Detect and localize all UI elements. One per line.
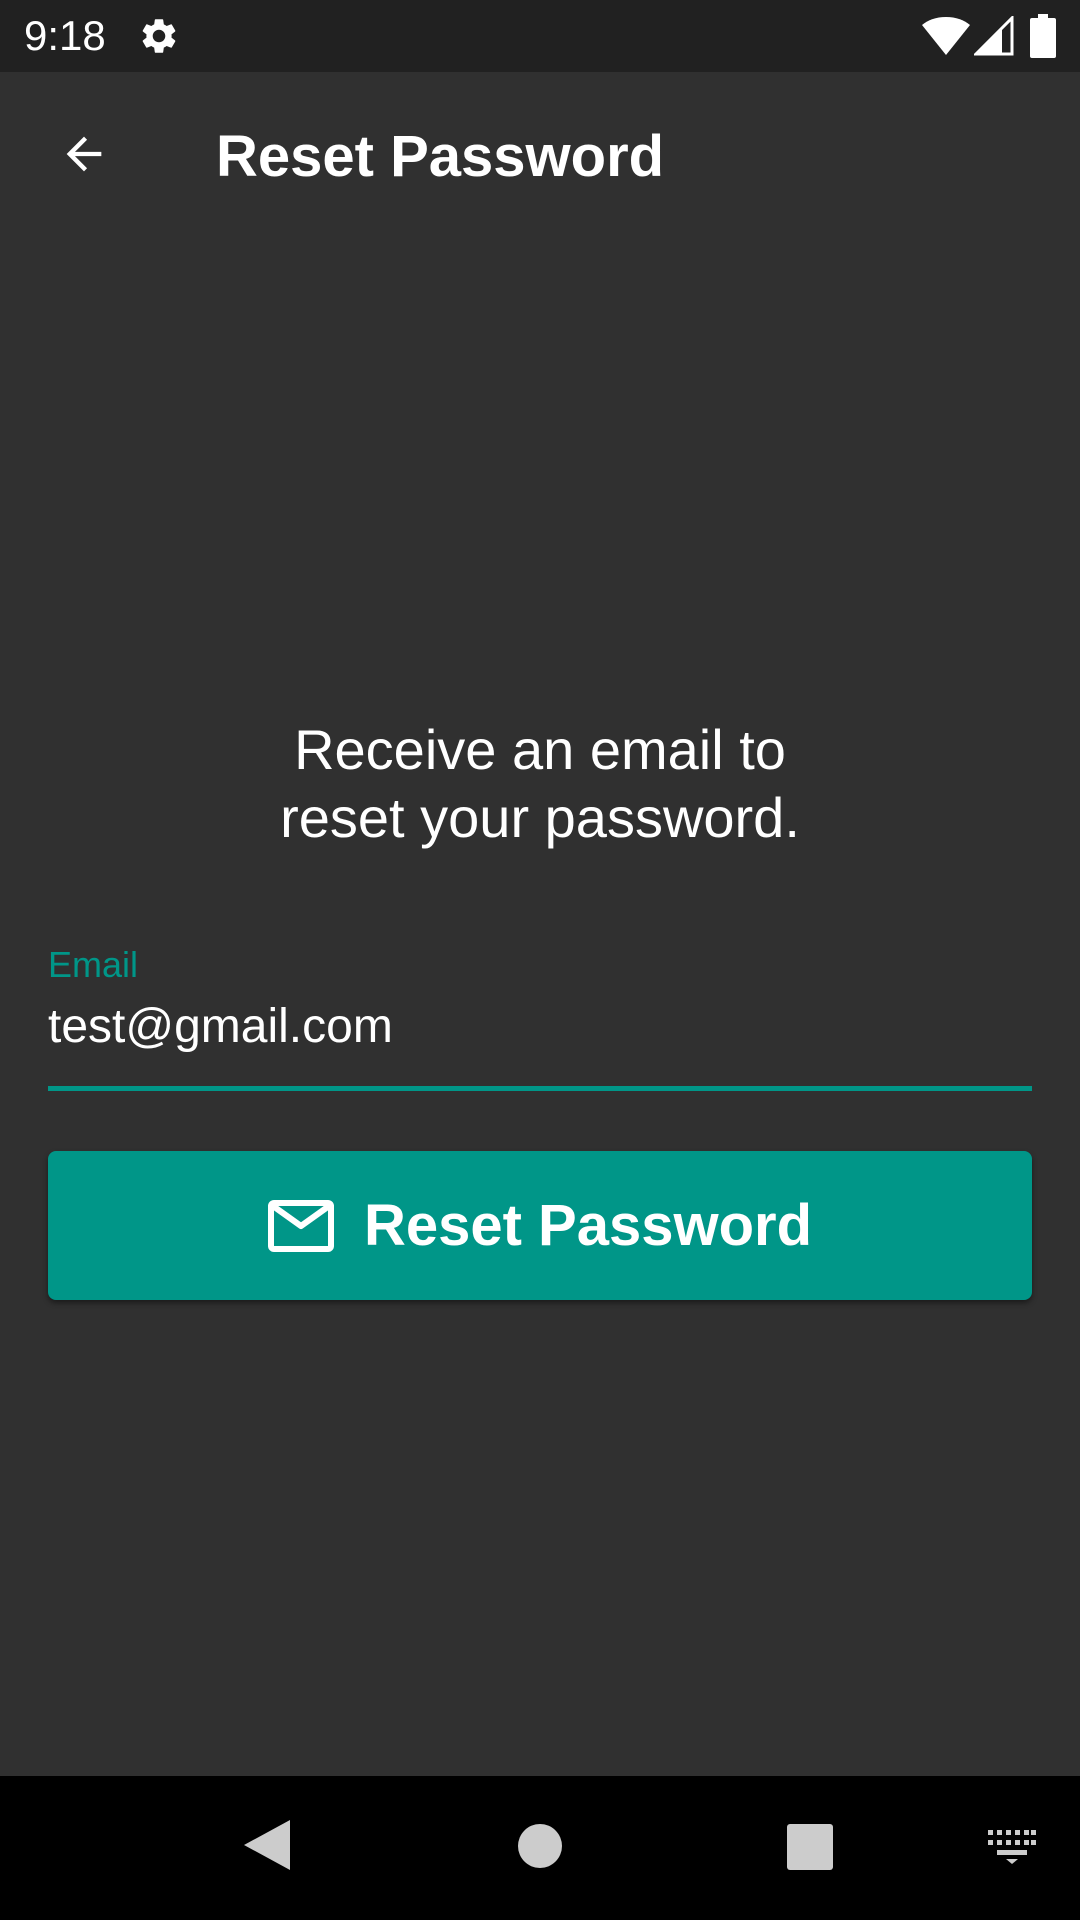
signal-icon: [974, 16, 1014, 56]
keyboard-icon[interactable]: [988, 1830, 1036, 1864]
page-title: Reset Password: [216, 124, 665, 189]
email-underline: [48, 1086, 1032, 1091]
battery-icon: [1030, 14, 1056, 58]
instruction-line-1: Receive an email to: [294, 718, 786, 781]
instruction-line-2: reset your password.: [280, 786, 800, 849]
reset-password-button[interactable]: Reset Password: [48, 1151, 1032, 1300]
navigation-bar: [0, 1776, 1080, 1920]
status-time: 9:18: [24, 12, 106, 59]
reset-password-screen: 9:18 Reset Password Receive an email to …: [0, 0, 1080, 1920]
status-bar: 9:18: [0, 0, 1080, 72]
reset-password-button-label: Reset Password: [363, 1193, 813, 1258]
nav-recents-icon[interactable]: [787, 1824, 833, 1870]
mail-icon: [267, 1199, 334, 1252]
arrow-back-icon: [66, 136, 102, 172]
gear-icon: [142, 19, 176, 53]
wifi-icon: [922, 17, 970, 55]
instruction-text: Receive an email to reset your password.: [90, 716, 990, 852]
back-button[interactable]: [48, 118, 120, 190]
email-input[interactable]: [48, 996, 1032, 1056]
nav-home-icon[interactable]: [518, 1824, 562, 1868]
email-label: Email: [48, 944, 139, 985]
nav-back-icon[interactable]: [244, 1820, 290, 1870]
app-bar: Reset Password: [0, 72, 1080, 240]
